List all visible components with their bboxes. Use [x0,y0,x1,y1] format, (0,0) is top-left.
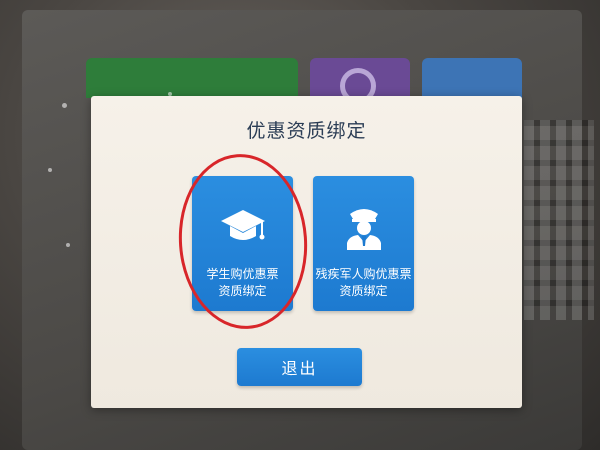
veteran-option-line2: 资质绑定 [339,284,388,298]
background-tile-blue [422,58,522,98]
veteran-option-line1: 残疾军人购优惠票 [315,267,412,281]
background-tile-purple [310,58,410,104]
light-glare [62,103,67,108]
qualification-binding-dialog: 优惠资质绑定 学生购优惠票 资质绑定 残疾军人购优惠票 资质绑定 退出 [91,96,522,408]
light-glare [48,168,52,172]
military-officer-icon [346,209,381,250]
exit-button[interactable]: 退出 [237,348,362,386]
background-window-reflection [524,120,594,320]
dialog-title: 优惠资质绑定 [246,120,367,142]
light-glare [66,243,70,247]
background-tile-green [86,58,298,98]
disabled-veteran-discount-binding-button[interactable]: 残疾军人购优惠票 资质绑定 [313,176,414,311]
